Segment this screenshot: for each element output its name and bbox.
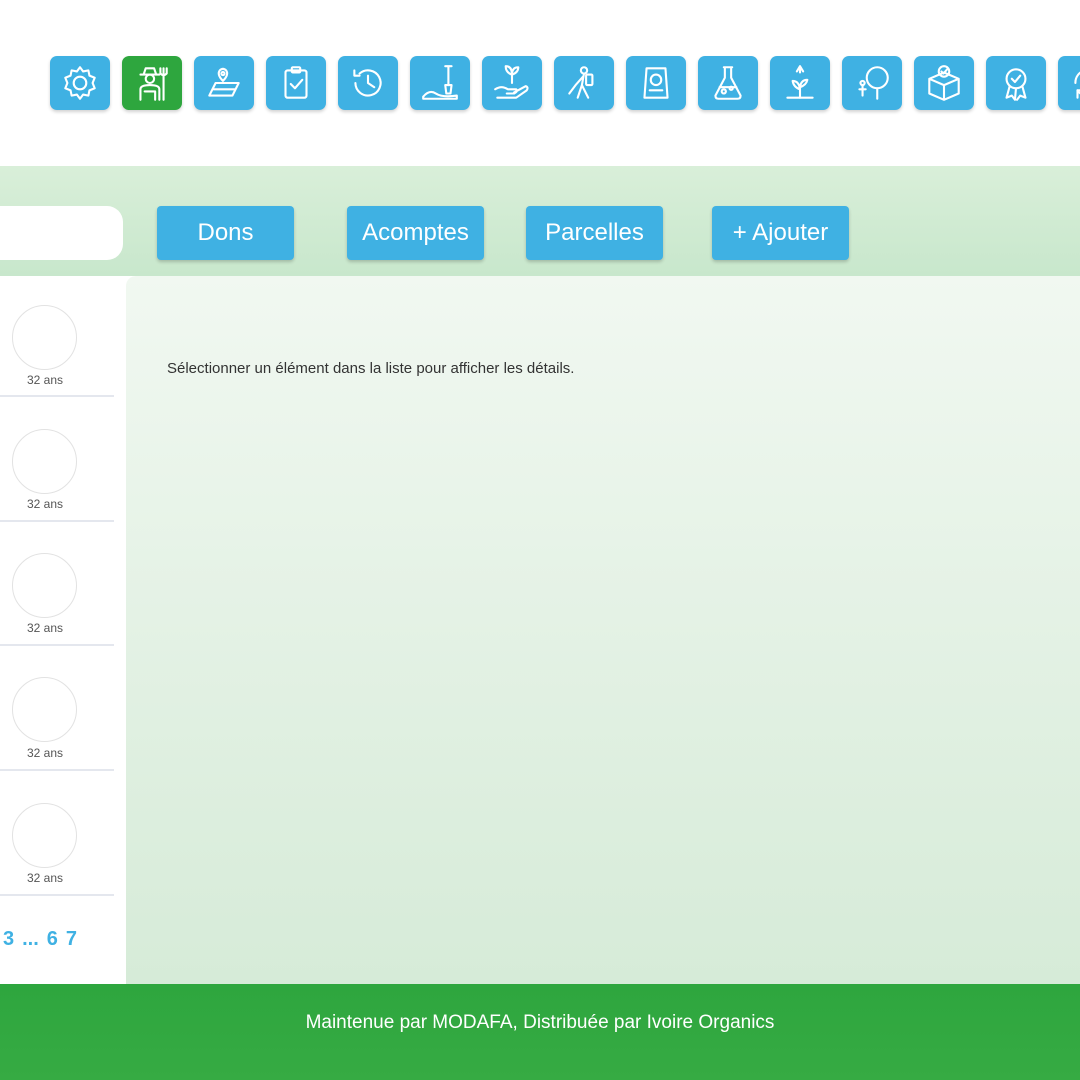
list-item[interactable]: 32 ans (0, 397, 114, 522)
fertilizer-bag-icon[interactable] (626, 56, 686, 110)
avatar (12, 429, 77, 494)
map-location-icon[interactable] (194, 56, 254, 110)
settings-icon[interactable] (50, 56, 110, 110)
age-label: 32 ans (26, 746, 64, 760)
age-label: 32 ans (26, 373, 64, 387)
history-icon[interactable] (338, 56, 398, 110)
acomptes-button[interactable]: Acomptes (347, 206, 484, 260)
age-label: 32 ans (26, 497, 64, 511)
avatar (12, 677, 77, 742)
list-item[interactable]: 32 ans (0, 771, 114, 896)
page-link[interactable]: 6 (47, 928, 58, 950)
lab-flask-icon[interactable] (698, 56, 758, 110)
footer: Maintenue par MODAFA, Distribuée par Ivo… (0, 984, 1080, 1080)
avatar (12, 305, 77, 370)
parcelles-button[interactable]: Parcelles (526, 206, 663, 260)
producer-list: 32 ans 32 ans 32 ans 32 ans 32 ans 3... 6… (0, 276, 124, 984)
clipboard-check-icon[interactable] (266, 56, 326, 110)
search-input[interactable] (0, 206, 123, 260)
sprayer-worker-icon[interactable] (554, 56, 614, 110)
list-item[interactable]: 32 ans (0, 646, 114, 771)
list-item[interactable]: 32 ans (0, 276, 114, 397)
tree-harvest-icon[interactable] (842, 56, 902, 110)
age-label: 32 ans (26, 621, 64, 635)
pagination: 3... 6 7 (3, 928, 85, 951)
add-button[interactable]: + Ajouter (712, 206, 849, 260)
sync-icon[interactable] (1058, 56, 1080, 110)
seedling-sprinkler-icon[interactable] (770, 56, 830, 110)
module-toolbar (0, 0, 1080, 166)
avatar (12, 553, 77, 618)
footer-credits: Maintenue par MODAFA, Distribuée par Ivo… (305, 1012, 775, 1033)
farmer-icon[interactable] (122, 56, 182, 110)
action-bar: Dons Acomptes Parcelles + Ajouter (0, 166, 1080, 276)
dons-button[interactable]: Dons (157, 206, 294, 260)
page-link[interactable]: 7 (66, 928, 77, 950)
certificate-badge-icon[interactable] (986, 56, 1046, 110)
page-ellipsis: ... (22, 928, 39, 950)
avatar (12, 803, 77, 868)
details-placeholder-text: Sélectionner un élément dans la liste po… (167, 360, 575, 377)
list-item[interactable]: 32 ans (0, 522, 114, 646)
details-panel: Sélectionner un élément dans la liste po… (126, 276, 1080, 984)
hand-plant-icon[interactable] (482, 56, 542, 110)
box-check-icon[interactable] (914, 56, 974, 110)
age-label: 32 ans (26, 871, 64, 885)
soil-shovel-icon[interactable] (410, 56, 470, 110)
page-link[interactable]: 3 (3, 928, 14, 950)
